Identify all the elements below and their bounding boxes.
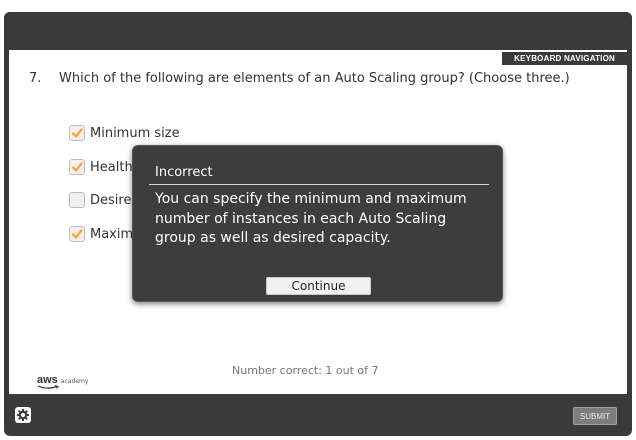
checkbox-checked[interactable] [69, 125, 85, 141]
continue-button[interactable]: Continue [266, 277, 371, 295]
feedback-dialog: Incorrect You can specify the minimum an… [132, 145, 503, 302]
score-text: Number correct: 1 out of 7 [232, 364, 379, 377]
option-health[interactable]: Health [69, 157, 133, 177]
checkbox-unchecked[interactable] [69, 192, 85, 208]
submit-button[interactable]: SUBMIT [573, 407, 617, 425]
option-desired[interactable]: Desired [69, 190, 140, 210]
top-bar [4, 12, 632, 50]
logo-aws-text: aws [37, 374, 58, 386]
option-label: Minimum size [90, 125, 180, 141]
logo-academy-text: academy [60, 378, 89, 385]
check-icon [71, 128, 83, 138]
check-icon [71, 229, 83, 239]
gear-icon [17, 409, 29, 421]
option-maximum[interactable]: Maxim [69, 224, 133, 244]
check-icon [71, 162, 83, 172]
settings-button[interactable] [15, 407, 31, 423]
option-minimum-size[interactable]: Minimum size [69, 123, 180, 143]
option-label: Maxim [90, 226, 134, 242]
question-text: Which of the following are elements of a… [59, 71, 570, 86]
keyboard-navigation-button[interactable]: KEYBOARD NAVIGATION [502, 52, 627, 65]
checkbox-checked[interactable] [69, 226, 85, 242]
dialog-message: You can specify the minimum and maximum … [155, 191, 467, 246]
bottom-bar: SUBMIT [4, 394, 632, 436]
question-number: 7. [29, 71, 42, 86]
checkbox-checked[interactable] [69, 159, 85, 175]
option-label: Health [90, 159, 133, 175]
dialog-divider [149, 184, 489, 185]
aws-academy-logo: aws academy [37, 368, 88, 390]
dialog-title: Incorrect [155, 165, 213, 180]
